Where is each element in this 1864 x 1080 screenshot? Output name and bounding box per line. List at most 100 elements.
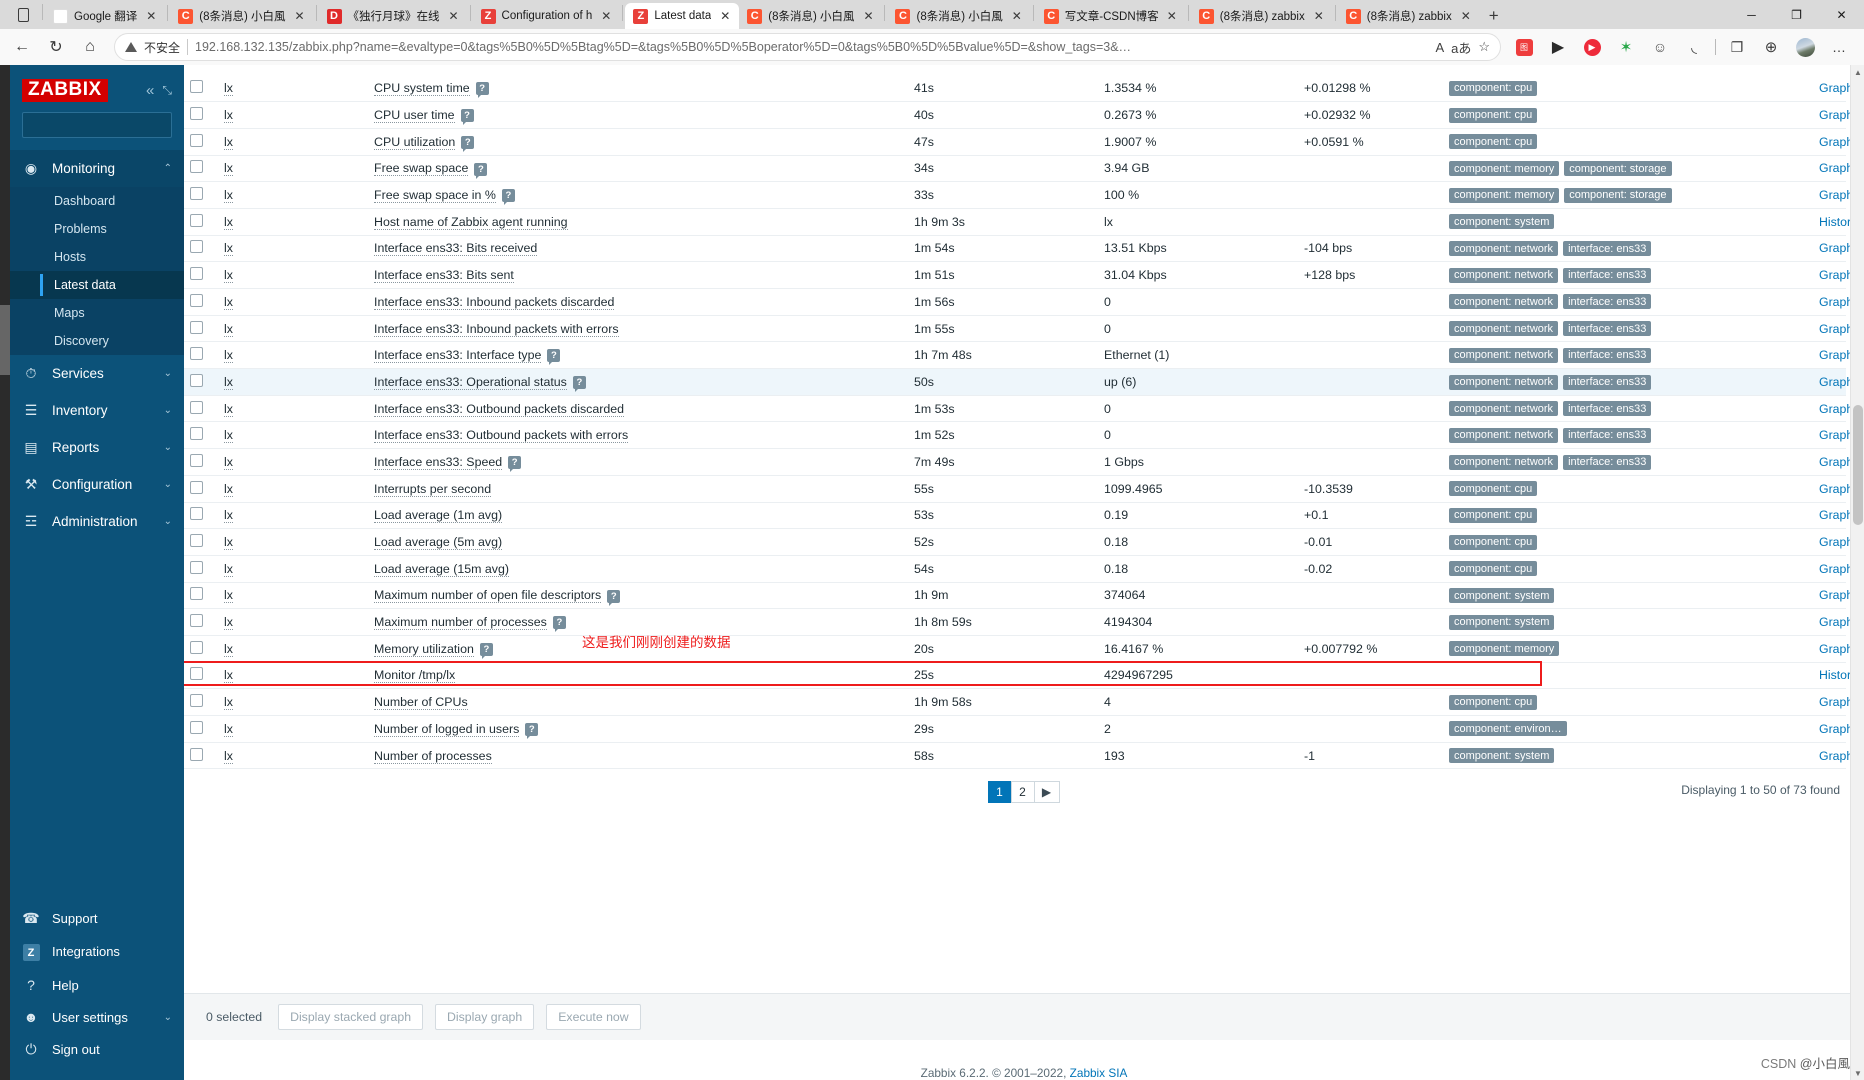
tag-badge[interactable]: component: cpu (1449, 694, 1538, 710)
sidebar-item-latest-data[interactable]: Latest data (10, 270, 184, 299)
row-checkbox-cell[interactable] (184, 128, 218, 155)
table-row[interactable]: lx Load average (15m avg) 54s 0.18 -0.02 comp… (184, 555, 1853, 583)
row-action-link[interactable]: Graph (1819, 562, 1853, 576)
sidebar-group-monitoring[interactable]: ◉ Monitoring ⌃ (10, 149, 184, 187)
browser-tab[interactable]: C (8条消息) zabbix ✕ (1191, 3, 1333, 29)
row-action-link[interactable]: Graph (1819, 428, 1853, 442)
host-link[interactable]: lx (224, 108, 233, 124)
item-name-link[interactable]: Host name of Zabbix agent running (374, 214, 568, 230)
row-checkbox-cell[interactable] (184, 529, 218, 556)
table-row[interactable]: lx Interface ens33: Speed? 7m 49s 1 Gbps com… (184, 449, 1853, 476)
tag-badge[interactable]: component: cpu (1449, 561, 1538, 577)
host-link[interactable]: lx (224, 615, 233, 631)
host-link[interactable]: lx (224, 481, 233, 497)
collapse-sidebar-icon[interactable]: « (146, 82, 154, 99)
host-link[interactable]: lx (224, 294, 233, 310)
chevron-down-icon[interactable]: ⌄ (164, 516, 172, 527)
chevron-down-icon[interactable]: ⌄ (164, 405, 172, 416)
row-checkbox-cell[interactable] (184, 582, 218, 609)
tab-actions-icon[interactable] (6, 1, 40, 29)
host-link[interactable]: lx (224, 214, 233, 230)
item-name-link[interactable]: Load average (1m avg) (374, 508, 503, 524)
item-name-link[interactable]: Number of logged in users (374, 721, 520, 737)
host-link[interactable]: lx (224, 81, 233, 97)
row-checkbox[interactable] (190, 213, 203, 227)
puzzle-extensions-icon[interactable]: ◟ (1679, 32, 1709, 62)
row-action-link[interactable]: Graph (1819, 81, 1853, 95)
item-name-link[interactable]: Interrupts per second (374, 481, 492, 497)
host-link[interactable]: lx (224, 268, 233, 284)
host-link[interactable]: lx (224, 454, 233, 470)
table-row[interactable]: lx Free swap space? 34s 3.94 GB component: m… (184, 155, 1853, 182)
host-link[interactable]: lx (224, 161, 233, 177)
row-checkbox[interactable] (190, 587, 203, 601)
tag-badge[interactable]: component: network (1449, 241, 1559, 257)
row-checkbox[interactable] (190, 240, 203, 254)
tag-badge[interactable]: component: cpu (1449, 134, 1538, 150)
tag-badge[interactable]: component: memory (1449, 641, 1560, 657)
row-checkbox[interactable] (190, 747, 203, 761)
row-action-link[interactable]: Graph (1819, 135, 1853, 149)
tag-badge[interactable]: component: network (1449, 294, 1559, 310)
sidebar-item-maps[interactable]: Maps (10, 299, 184, 327)
chevron-up-icon[interactable]: ⌃ (164, 163, 172, 174)
row-action-link[interactable]: Graph (1819, 348, 1853, 362)
item-name-link[interactable]: Interface ens33: Interface type (374, 348, 542, 364)
help-hint-icon[interactable]: ? (501, 189, 515, 206)
row-checkbox[interactable] (190, 427, 203, 441)
zabbix-logo[interactable]: ZABBIX (22, 79, 108, 102)
scrollbar-thumb[interactable] (1853, 405, 1863, 525)
table-row[interactable]: lx Interface ens33: Bits sent 1m 51s 31.04 … (184, 262, 1853, 289)
row-checkbox-cell[interactable] (184, 369, 218, 396)
host-link[interactable]: lx (224, 188, 233, 204)
row-action-link[interactable]: Graph (1819, 188, 1853, 202)
browser-tab[interactable]: G Google 翻译 ✕ (45, 3, 165, 29)
tag-badge[interactable]: interface: ens33 (1563, 374, 1652, 390)
close-tab-icon[interactable]: ✕ (1458, 8, 1474, 24)
row-action-link[interactable]: Graph (1819, 482, 1853, 496)
row-checkbox-cell[interactable] (184, 475, 218, 502)
item-name-link[interactable]: Interface ens33: Speed (374, 454, 503, 470)
tag-badge[interactable]: interface: ens33 (1563, 401, 1652, 417)
sidebar-group-reports[interactable]: ▤ Reports ⌄ (10, 429, 184, 466)
item-name-link[interactable]: CPU user time (374, 107, 455, 123)
tag-badge[interactable]: component: cpu (1449, 507, 1538, 523)
display-stacked-graph-button[interactable]: Display stacked graph (278, 1004, 424, 1030)
table-row[interactable]: lx Interface ens33: Interface type? 1h 7m … (184, 342, 1853, 369)
maximize-button[interactable]: ❐ (1774, 0, 1819, 29)
tag-badge[interactable]: component: cpu (1449, 534, 1538, 550)
row-action-link[interactable]: Graph (1819, 402, 1853, 416)
row-action-link[interactable]: Graph (1819, 268, 1853, 282)
next-page-button[interactable]: ▶ (1033, 781, 1060, 804)
row-checkbox[interactable] (190, 267, 203, 281)
tag-badge[interactable]: component: memory (1449, 161, 1560, 177)
tag-badge[interactable]: component: cpu (1449, 80, 1538, 96)
tag-badge[interactable]: component: network (1449, 267, 1559, 283)
row-checkbox[interactable] (190, 133, 203, 147)
row-checkbox[interactable] (190, 107, 203, 121)
table-row[interactable]: lx Maximum number of processes? 1h 8m 59s 4… (184, 609, 1853, 636)
table-row[interactable]: lx Maximum number of open file descriptor… (184, 582, 1853, 609)
row-action-link[interactable]: Graph (1819, 588, 1853, 602)
row-checkbox-cell[interactable] (184, 262, 218, 289)
row-checkbox[interactable] (190, 373, 203, 387)
table-row[interactable]: lx Number of processes 58s 193 -1 component: … (184, 742, 1853, 769)
panda-extension-icon[interactable]: ☺ (1645, 32, 1675, 62)
sidebar-item-user-settings[interactable]: ☻ User settings ⌄ (10, 1001, 184, 1033)
help-hint-icon[interactable]: ? (479, 642, 493, 659)
row-action-link[interactable]: Graph (1819, 322, 1853, 336)
tag-badge[interactable]: interface: ens33 (1563, 347, 1652, 363)
table-row[interactable]: lx Load average (5m avg) 52s 0.18 -0.01 compo… (184, 529, 1853, 556)
row-checkbox[interactable] (190, 80, 203, 94)
host-link[interactable]: lx (224, 641, 233, 657)
sidebar-item-integrations[interactable]: Z Integrations (10, 935, 184, 970)
browser-tab[interactable]: C (8条消息) zabbix ✕ (1338, 3, 1480, 29)
row-action-link[interactable]: Graph (1819, 108, 1853, 122)
host-link[interactable]: lx (224, 588, 233, 604)
tag-badge[interactable]: component: network (1449, 427, 1559, 443)
add-collection-icon[interactable]: ⊕ (1756, 32, 1786, 62)
row-checkbox[interactable] (190, 320, 203, 334)
execute-now-button[interactable]: Execute now (546, 1004, 641, 1030)
row-checkbox-cell[interactable] (184, 289, 218, 316)
sidebar-item-support[interactable]: ☎ Support (10, 902, 184, 935)
